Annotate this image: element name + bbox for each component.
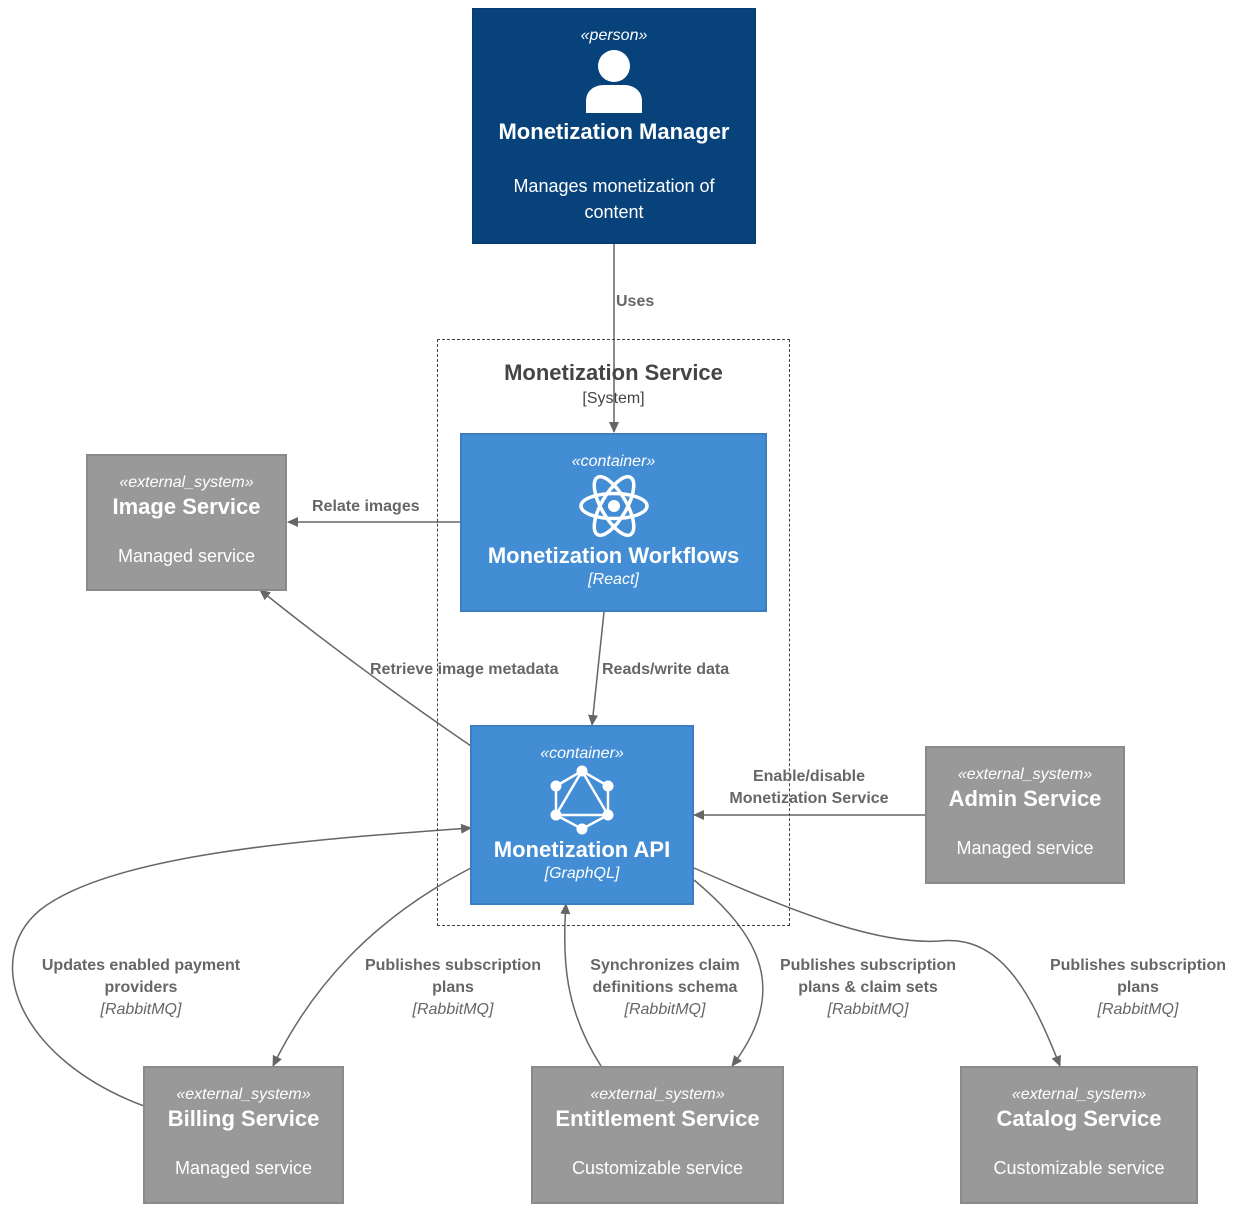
react-icon (578, 474, 649, 538)
node-description: Customizable service (993, 1158, 1165, 1178)
graphql-icon (550, 765, 614, 835)
edge-label-reads-write: Reads/write data (602, 661, 730, 678)
stereotype: «external_system» (1011, 1086, 1147, 1103)
catalog-service-node[interactable]: «external_system» Catalog Service Custom… (960, 1066, 1198, 1204)
stereotype: «external_system» (119, 474, 254, 491)
node-description-2: content (584, 202, 644, 222)
image-service-node[interactable]: «external_system» Image Service Managed … (86, 454, 287, 591)
node-description-1: Manages monetization of (513, 176, 715, 196)
entitlement-service-node[interactable]: «external_system» Entitlement Service Cu… (531, 1066, 784, 1204)
stereotype: «external_system» (176, 1086, 311, 1103)
monetization-api-node[interactable]: «container» Monetization API [GraphQL] (470, 725, 694, 905)
node-title: Entitlement Service (555, 1106, 760, 1131)
person-icon (586, 50, 642, 113)
edge-label-updates-payment: Updates enabled payment providers [Rabbi… (41, 957, 241, 1018)
stereotype: «container» (571, 453, 656, 470)
node-title: Monetization Workflows (487, 543, 740, 568)
node-title: Billing Service (167, 1106, 320, 1131)
node-description: Managed service (956, 838, 1094, 858)
node-technology: [React] (588, 571, 639, 588)
edge-label-uses: Uses (616, 293, 655, 310)
edge-label-retrieve-metadata: Retrieve image metadata (370, 661, 559, 678)
stereotype: «container» (540, 745, 624, 762)
edge-label-publish-entitlement: Publishes subscription plans & claim set… (779, 957, 957, 1018)
monetization-manager-node[interactable]: «person» Monetization Manager Manages mo… (472, 8, 756, 244)
node-title: Admin Service (948, 786, 1102, 811)
edge-label-sync-claims: Synchronizes claim definitions schema [R… (590, 957, 740, 1018)
edge-label-publish-billing: Publishes subscription plans [RabbitMQ] (364, 957, 542, 1018)
monetization-workflows-node[interactable]: «container» Monetization Workflows [Reac… (460, 433, 767, 612)
node-title: Image Service (112, 494, 261, 519)
edge-label-enable-disable: Enable/disable Monetization Service (729, 768, 889, 807)
stereotype: «external_system» (957, 766, 1093, 783)
node-description: Managed service (174, 1158, 313, 1178)
stereotype: «external_system» (590, 1086, 725, 1103)
edge-label-publish-catalog: Publishes subscription plans [RabbitMQ] (1049, 957, 1227, 1018)
node-title: Monetization Manager (498, 119, 730, 144)
edge-label-relate-images: Relate images (312, 498, 420, 515)
node-technology: [GraphQL] (544, 865, 620, 882)
stereotype: «person» (580, 27, 648, 44)
node-title: Monetization API (493, 837, 671, 862)
boundary-title: Monetization Service (504, 360, 723, 385)
boundary-subtitle: [System] (582, 390, 645, 407)
node-description: Customizable service (571, 1158, 744, 1178)
node-description: Managed service (117, 546, 256, 566)
billing-service-node[interactable]: «external_system» Billing Service Manage… (143, 1066, 344, 1204)
node-title: Catalog Service (996, 1106, 1162, 1131)
admin-service-node[interactable]: «external_system» Admin Service Managed … (925, 746, 1125, 884)
